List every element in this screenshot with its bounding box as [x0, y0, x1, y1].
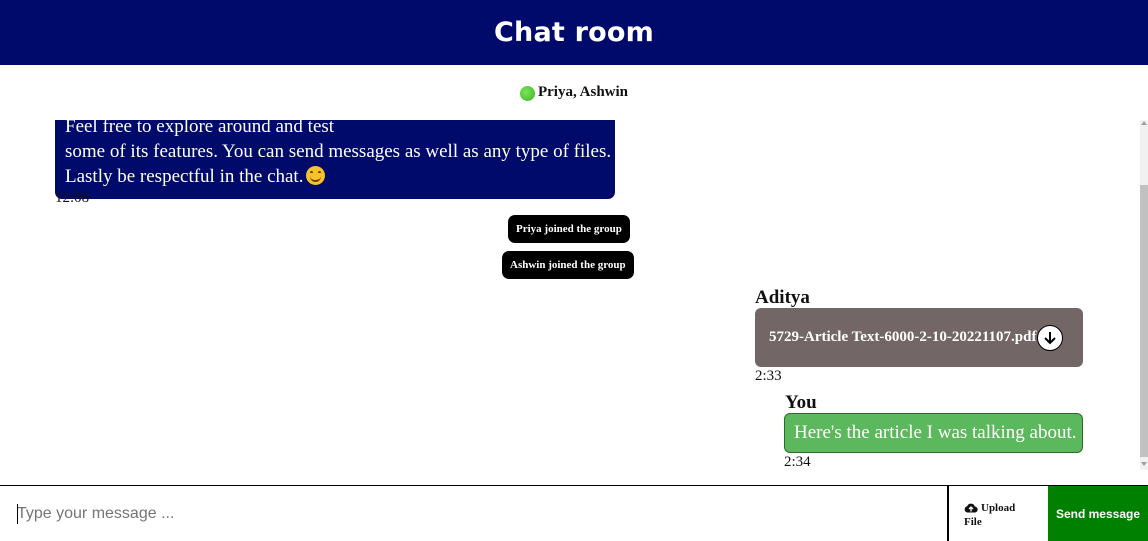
- chat-messages[interactable]: Feel free to explore around and test som…: [0, 120, 1148, 472]
- download-icon[interactable]: [1037, 324, 1064, 351]
- welcome-line-3-wrap: Lastly be respectful in the chat.: [65, 164, 605, 189]
- welcome-line-2: some of its features. You can send messa…: [65, 141, 612, 162]
- message-time: 2:34: [784, 454, 811, 470]
- message-time: 2:33: [755, 368, 782, 384]
- message-composer: Upload File Send message: [0, 485, 1148, 541]
- scroll-down-icon[interactable]: [1141, 462, 1147, 466]
- members-bar: Priya, Ashwin: [0, 65, 1148, 120]
- page-title: Chat room: [494, 17, 654, 48]
- app-header: Chat room: [0, 0, 1148, 65]
- scrollbar-thumb[interactable]: [1140, 185, 1148, 457]
- message-time: 12:08: [55, 190, 90, 206]
- send-message-button[interactable]: Send message: [1048, 486, 1148, 541]
- welcome-message-bubble: Feel free to explore around and test som…: [55, 120, 615, 199]
- cloud-upload-icon: [964, 503, 978, 513]
- file-name: 5729-Article Text-6000-2-10-20221107.pdf: [769, 329, 1037, 345]
- text-caret: [17, 504, 18, 524]
- message-input[interactable]: [0, 486, 947, 541]
- welcome-line-1: Feel free to explore around and test: [65, 120, 335, 137]
- file-message-bubble: 5729-Article Text-6000-2-10-20221107.pdf: [755, 308, 1083, 367]
- welcome-line-3: Lastly be respectful in the chat.: [65, 166, 304, 187]
- members-list: Priya, Ashwin: [537, 84, 628, 100]
- sender-name: You: [785, 392, 817, 413]
- my-message-bubble: Here's the article I was talking about.: [784, 413, 1083, 453]
- sender-name: Aditya: [755, 287, 810, 308]
- smiling-face-icon: [306, 166, 326, 185]
- scroll-up-icon[interactable]: [1141, 121, 1147, 125]
- upload-label: Upload: [981, 502, 1016, 514]
- online-status-icon: [519, 85, 535, 101]
- chat-scrollbar[interactable]: [1140, 120, 1148, 470]
- upload-file-button[interactable]: Upload File: [947, 486, 1048, 541]
- system-notice-priya-joined: Priya joined the group: [508, 215, 630, 243]
- system-notice-ashwin-joined: Ashwin joined the group: [502, 251, 634, 279]
- upload-label-2: File: [964, 516, 982, 528]
